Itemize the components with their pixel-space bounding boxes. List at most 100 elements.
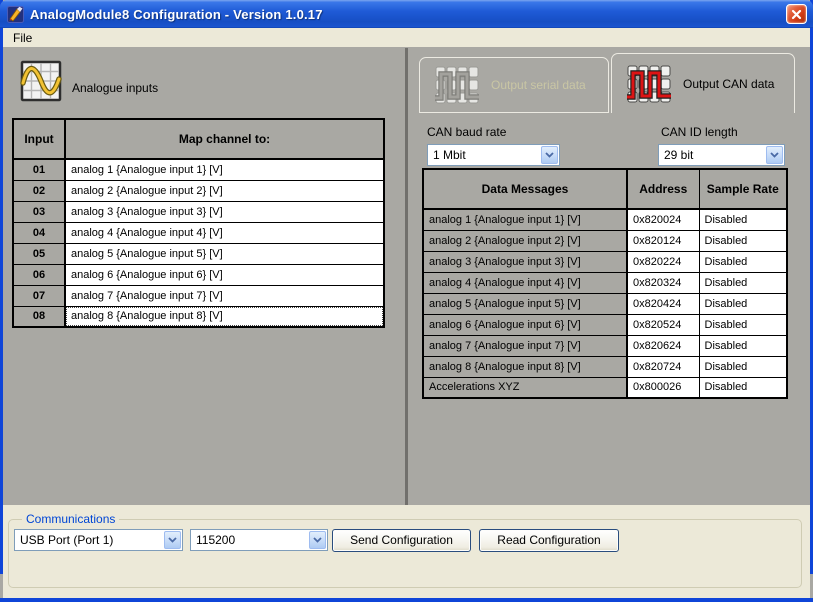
input-number: 04 <box>13 222 65 243</box>
table-row: 04 analog 4 {Analogue input 4} [V] <box>13 222 384 243</box>
table-row: 07 analog 7 {Analogue input 7} [V] <box>13 285 384 306</box>
window-border-left <box>0 0 3 574</box>
message-cell: analog 1 {Analogue input 1} [V] <box>423 209 627 230</box>
col-header-map: Map channel to: <box>65 119 384 159</box>
address-cell[interactable]: 0x820124 <box>627 230 699 251</box>
input-number: 07 <box>13 285 65 306</box>
chevron-down-icon <box>164 531 181 549</box>
can-baud-rate-select[interactable]: 1 Mbit <box>427 144 560 166</box>
input-number: 01 <box>13 159 65 180</box>
address-cell[interactable]: 0x820524 <box>627 314 699 335</box>
comm-baud-select[interactable]: 115200 <box>190 529 328 551</box>
can-id-length-label: CAN ID length <box>661 125 738 139</box>
table-row: analog 7 {Analogue input 7} [V] 0x820624… <box>423 335 787 356</box>
close-icon <box>791 9 802 20</box>
can-id-length-select[interactable]: 29 bit <box>658 144 785 166</box>
message-cell: Accelerations XYZ <box>423 377 627 398</box>
table-row: analog 2 {Analogue input 2} [V] 0x820124… <box>423 230 787 251</box>
serial-wave-icon <box>434 65 480 105</box>
address-cell[interactable]: 0x820624 <box>627 335 699 356</box>
sample-rate-cell[interactable]: Disabled <box>699 230 787 251</box>
sample-rate-cell[interactable]: Disabled <box>699 293 787 314</box>
sample-rate-cell[interactable]: Disabled <box>699 356 787 377</box>
message-cell: analog 4 {Analogue input 4} [V] <box>423 272 627 293</box>
input-number: 02 <box>13 180 65 201</box>
map-channel-cell[interactable]: analog 5 {Analogue input 5} [V] <box>65 243 384 264</box>
tab-can-label: Output CAN data <box>683 77 774 91</box>
message-cell: analog 6 {Analogue input 6} [V] <box>423 314 627 335</box>
sample-rate-cell[interactable]: Disabled <box>699 335 787 356</box>
sample-rate-cell[interactable]: Disabled <box>699 251 787 272</box>
table-row: analog 4 {Analogue input 4} [V] 0x820324… <box>423 272 787 293</box>
analogue-input-table: Input Map channel to: 01 analog 1 {Analo… <box>12 118 385 328</box>
map-channel-cell[interactable]: analog 1 {Analogue input 1} [V] <box>65 159 384 180</box>
communications-panel: Communications USB Port (Port 1) 115200 … <box>3 505 810 598</box>
panel-divider <box>405 48 408 505</box>
read-configuration-button[interactable]: Read Configuration <box>479 529 619 552</box>
message-cell: analog 7 {Analogue input 7} [V] <box>423 335 627 356</box>
map-channel-cell[interactable]: analog 6 {Analogue input 6} [V] <box>65 264 384 285</box>
chevron-down-icon <box>309 531 326 549</box>
sample-rate-cell[interactable]: Disabled <box>699 209 787 230</box>
map-channel-cell[interactable]: analog 3 {Analogue input 3} [V] <box>65 201 384 222</box>
address-cell[interactable]: 0x800026 <box>627 377 699 398</box>
address-cell[interactable]: 0x820224 <box>627 251 699 272</box>
table-row: 01 analog 1 {Analogue input 1} [V] <box>13 159 384 180</box>
table-row: 02 analog 2 {Analogue input 2} [V] <box>13 180 384 201</box>
chevron-down-icon <box>766 146 783 164</box>
menubar: File <box>3 28 810 47</box>
table-row: 08 analog 8 {Analogue input 8} [V] <box>13 306 384 327</box>
message-cell: analog 3 {Analogue input 3} [V] <box>423 251 627 272</box>
address-cell[interactable]: 0x820324 <box>627 272 699 293</box>
app-icon <box>7 6 24 23</box>
analogue-inputs-icon <box>20 60 62 102</box>
app-window: AnalogModule8 Configuration - Version 1.… <box>0 0 813 602</box>
communications-label: Communications <box>22 512 119 526</box>
window-border-bottom <box>0 598 813 602</box>
tab-output-can-data[interactable]: Output CAN data <box>611 53 795 113</box>
table-row: analog 5 {Analogue input 5} [V] 0x820424… <box>423 293 787 314</box>
input-number: 05 <box>13 243 65 264</box>
input-number: 08 <box>13 306 65 327</box>
address-cell[interactable]: 0x820424 <box>627 293 699 314</box>
window-title: AnalogModule8 Configuration - Version 1.… <box>30 7 323 22</box>
table-row: Accelerations XYZ 0x800026 Disabled <box>423 377 787 398</box>
address-cell[interactable]: 0x820024 <box>627 209 699 230</box>
comm-port-select[interactable]: USB Port (Port 1) <box>14 529 183 551</box>
sample-rate-cell[interactable]: Disabled <box>699 377 787 398</box>
message-cell: analog 2 {Analogue input 2} [V] <box>423 230 627 251</box>
map-channel-cell-focused[interactable]: analog 8 {Analogue input 8} [V] <box>65 306 384 327</box>
input-number: 06 <box>13 264 65 285</box>
can-wave-icon <box>626 64 672 104</box>
comm-baud-value: 115200 <box>196 533 235 547</box>
comm-port-value: USB Port (Port 1) <box>20 533 113 547</box>
address-cell[interactable]: 0x820724 <box>627 356 699 377</box>
tab-serial-label: Output serial data <box>491 78 586 92</box>
analogue-inputs-title: Analogue inputs <box>72 81 158 95</box>
sample-rate-cell[interactable]: Disabled <box>699 272 787 293</box>
menu-file[interactable]: File <box>6 31 39 45</box>
table-row: analog 6 {Analogue input 6} [V] 0x820524… <box>423 314 787 335</box>
message-cell: analog 8 {Analogue input 8} [V] <box>423 356 627 377</box>
table-row: analog 3 {Analogue input 3} [V] 0x820224… <box>423 251 787 272</box>
sample-rate-cell[interactable]: Disabled <box>699 314 787 335</box>
can-baud-rate-value: 1 Mbit <box>433 148 466 162</box>
chevron-down-icon <box>541 146 558 164</box>
map-channel-cell[interactable]: analog 2 {Analogue input 2} [V] <box>65 180 384 201</box>
can-data-table: Data Messages Address Sample Rate analog… <box>422 168 788 399</box>
message-cell: analog 5 {Analogue input 5} [V] <box>423 293 627 314</box>
map-channel-cell[interactable]: analog 4 {Analogue input 4} [V] <box>65 222 384 243</box>
table-row: 06 analog 6 {Analogue input 6} [V] <box>13 264 384 285</box>
col-header-messages: Data Messages <box>423 169 627 209</box>
input-number: 03 <box>13 201 65 222</box>
can-id-length-value: 29 bit <box>664 148 693 162</box>
send-configuration-button[interactable]: Send Configuration <box>332 529 471 552</box>
close-button[interactable] <box>786 4 807 24</box>
map-channel-cell[interactable]: analog 7 {Analogue input 7} [V] <box>65 285 384 306</box>
tab-output-serial-data[interactable]: Output serial data <box>419 57 609 113</box>
col-header-rate: Sample Rate <box>699 169 787 209</box>
table-row: 03 analog 3 {Analogue input 3} [V] <box>13 201 384 222</box>
table-row: analog 1 {Analogue input 1} [V] 0x820024… <box>423 209 787 230</box>
can-baud-rate-label: CAN baud rate <box>427 125 506 139</box>
col-header-address: Address <box>627 169 699 209</box>
